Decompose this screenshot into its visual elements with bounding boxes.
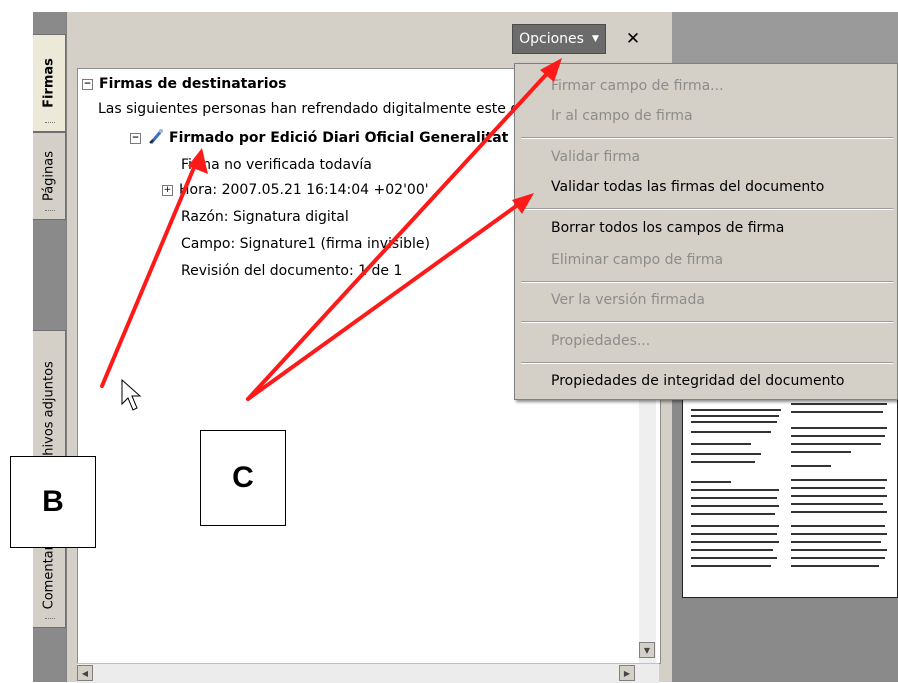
tab-firmas[interactable]: Firmas	[33, 34, 66, 132]
menu-separator	[521, 281, 893, 283]
menu-separator	[521, 208, 893, 210]
close-button[interactable]: ✕	[620, 26, 646, 52]
chevron-down-icon: ▼	[591, 34, 599, 44]
field-text: Campo: Signature1 (firma invisible)	[181, 236, 430, 252]
tab-grip	[45, 122, 55, 125]
collapse-icon[interactable]: −	[82, 78, 93, 90]
reason-text: Razón: Signatura digital	[181, 209, 349, 225]
status-text: Firma no verificada todavía	[181, 157, 372, 173]
options-button[interactable]: Opciones ▼	[512, 24, 606, 54]
signature-label: Firmado por Edició Diari Oficial General…	[169, 130, 509, 146]
time-row[interactable]: + Hora: 2007.05.21 16:14:04 +02'00'	[162, 182, 429, 198]
menu-item-propiedades-integridad[interactable]: Propiedades de integridad del documento	[551, 373, 845, 389]
tab-grip	[45, 618, 55, 621]
panel-toolbar: Opciones ▼ ✕	[67, 12, 672, 64]
options-button-label: Opciones	[519, 31, 584, 47]
callout-b: B	[10, 456, 96, 548]
scroll-right-icon[interactable]: ▶	[619, 665, 635, 681]
menu-separator	[521, 137, 893, 139]
expand-icon[interactable]: +	[162, 184, 173, 196]
scroll-down-icon[interactable]: ▼	[639, 642, 655, 658]
close-icon: ✕	[625, 29, 641, 49]
menu-item-borrar-campos[interactable]: Borrar todos los campos de firma	[551, 220, 784, 236]
collapse-icon[interactable]: −	[130, 132, 141, 144]
menu-item-ir-campo[interactable]: Ir al campo de firma	[551, 108, 693, 124]
menu-item-validar-firma[interactable]: Validar firma	[551, 149, 640, 165]
callout-c: C	[200, 430, 286, 526]
scroll-left-icon[interactable]: ◀	[77, 665, 93, 681]
intro-text: Las siguientes personas han refrendado d…	[98, 101, 520, 117]
side-tab-strip: Firmas Páginas Archivos adjuntos Comenta…	[33, 12, 66, 682]
menu-item-propiedades[interactable]: Propiedades...	[551, 333, 650, 349]
tab-paginas[interactable]: Páginas	[33, 132, 66, 220]
menu-item-eliminar-campo[interactable]: Eliminar campo de firma	[551, 252, 723, 268]
signature-row[interactable]: − Firmado por Edició Diari Oficial Genera…	[130, 127, 508, 149]
pen-signature-icon	[147, 127, 165, 149]
options-menu: Firmar campo de firma... Ir al campo de …	[514, 63, 898, 400]
document-view-header	[672, 12, 898, 64]
tree-root-row[interactable]: − Firmas de destinatarios	[82, 76, 286, 92]
menu-item-validar-todas[interactable]: Validar todas las firmas del documento	[551, 179, 824, 195]
horizontal-scrollbar[interactable]: ◀ ▶	[77, 663, 659, 683]
time-text: Hora: 2007.05.21 16:14:04 +02'00'	[179, 182, 429, 198]
revision-text: Revisión del documento: 1 de 1	[181, 263, 403, 279]
tree-root-label: Firmas de destinatarios	[99, 76, 287, 92]
tab-firmas-label: Firmas	[41, 58, 57, 108]
menu-item-ver-version[interactable]: Ver la versión firmada	[551, 292, 705, 308]
menu-separator	[521, 321, 893, 323]
menu-separator	[521, 362, 893, 364]
menu-item-firmar-campo[interactable]: Firmar campo de firma...	[551, 78, 724, 94]
tab-paginas-label: Páginas	[41, 150, 57, 202]
tab-grip	[45, 210, 55, 213]
